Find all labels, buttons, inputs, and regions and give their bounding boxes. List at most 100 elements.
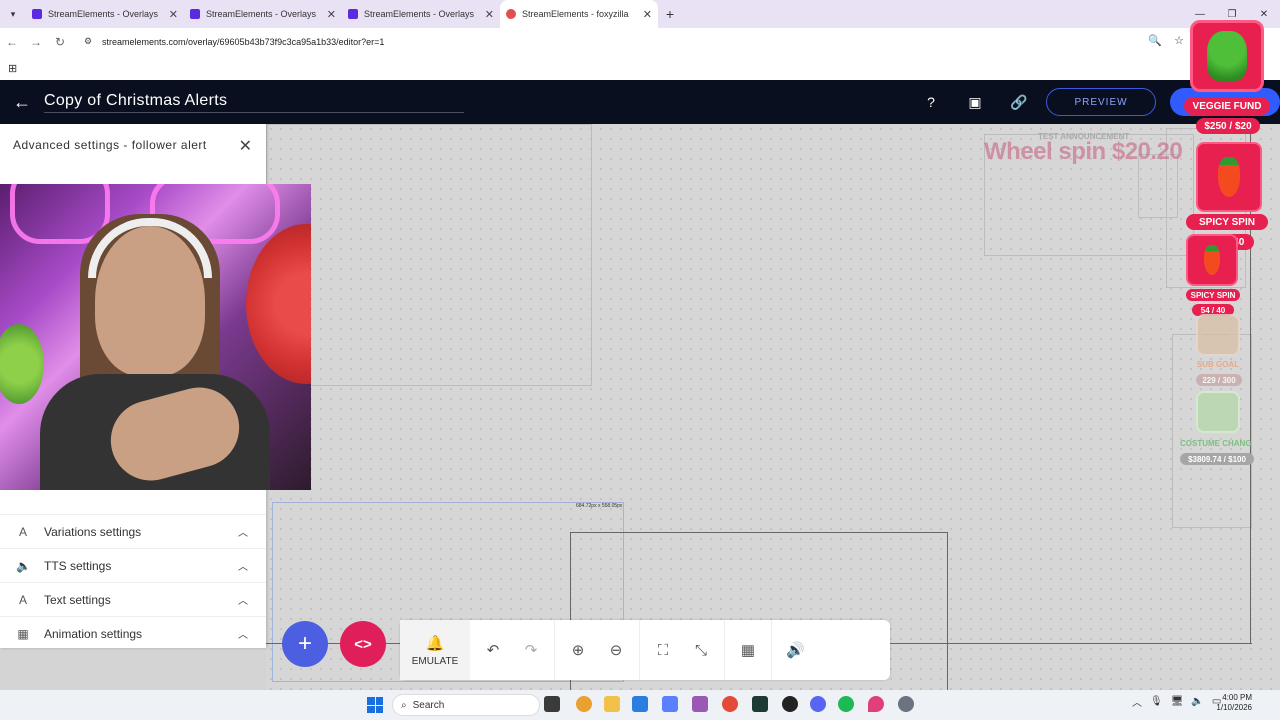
add-widget-button[interactable]: + [282,621,328,667]
obs-icon[interactable] [782,696,798,712]
spotify-icon[interactable] [838,696,854,712]
foxyzilla-favicon-icon [506,9,516,19]
bookmark-star-icon[interactable]: ☆ [1174,34,1184,47]
address-bar-row: ← → ↻ ⚙ streamelements.com/overlay/69605… [0,28,1280,56]
streamelements-favicon-icon [348,9,358,19]
browser-tab[interactable]: StreamElements - Overlays ✕ [26,0,184,28]
grid-icon[interactable]: ▦ [739,641,757,659]
spicy-spin-small-label: SPICY SPIN [1186,289,1240,301]
streamelements-favicon-icon [32,9,42,19]
code-editor-button[interactable]: <> [340,621,386,667]
back-arrow-icon[interactable]: ← [0,92,44,113]
text-icon: A [18,524,27,539]
omnibox-actions: 🔍 ☆ [1148,34,1184,47]
chevron-up-icon[interactable]: ︿ [238,592,248,607]
tab-title: StreamElements - Overlays [206,9,317,19]
spicy-spin-label: SPICY SPIN [1186,214,1268,230]
bell-icon: 🔔 [425,634,445,652]
taskbar-search[interactable]: ⌕ Search [392,694,540,716]
browser-tab-strip: ▾ StreamElements - Overlays ✕ StreamEleme… [0,0,1280,28]
veggie-fund-value: $250 / $20 [1196,118,1260,134]
widget-outline[interactable] [266,124,592,386]
veggie-fund-badge[interactable] [1190,20,1264,92]
redo-icon[interactable]: ↷ [522,641,540,659]
discord-icon[interactable] [810,696,826,712]
chevron-up-icon[interactable]: ︿ [238,626,248,641]
new-tab-icon[interactable]: + [658,6,682,22]
task-view-icon[interactable] [544,696,560,712]
sub-goal-card[interactable] [1196,314,1240,356]
copilot-icon[interactable] [576,696,592,712]
zoom-icon[interactable]: 🔍 [1148,34,1162,47]
monitor-settings-icon[interactable]: ▣ [964,92,986,112]
clock-date: 1/10/2026 [1216,703,1252,712]
text-icon: A [18,592,27,607]
costume-change-card[interactable] [1196,391,1240,433]
forward-nav-icon[interactable]: → [24,35,48,49]
apps-grid-icon[interactable]: ⊞ [8,62,17,75]
store-icon[interactable] [632,696,648,712]
preview-button[interactable]: PREVIEW [1046,88,1156,116]
browser-tab[interactable]: StreamElements - Overlays ✕ [342,0,500,28]
volume-icon[interactable]: 🔈 [1191,696,1203,707]
site-info-icon[interactable]: ⚙ [84,36,96,48]
maps-pin-icon[interactable] [868,696,884,712]
search-icon: ⌕ [401,699,407,711]
reload-icon[interactable]: ↻ [48,35,72,49]
help-icon[interactable]: ? [920,92,942,112]
microphone-icon[interactable]: 🎙 [1150,696,1163,707]
link-icon[interactable]: 🔗 [1008,92,1030,112]
taskbar-clock[interactable]: 4:00 PM 1/10/2026 [1214,693,1252,713]
browser-tab[interactable]: StreamElements - Overlays ✕ [184,0,342,28]
chevron-up-icon[interactable]: ︿ [238,524,248,539]
close-panel-icon[interactable]: ✕ [239,136,252,156]
fullscreen-icon[interactable]: ⛶ [654,642,672,659]
close-tab-icon[interactable]: ✕ [327,8,336,21]
back-nav-icon[interactable]: ← [0,35,24,49]
streamelements-favicon-icon [190,9,200,19]
close-tab-icon[interactable]: ✕ [643,8,652,21]
zoom-out-icon[interactable]: ⊖ [607,641,625,659]
emulate-button[interactable]: 🔔 EMULATE [400,620,470,680]
fit-screen-icon[interactable]: ⤡ [692,642,710,659]
url-field[interactable]: ⚙ streamelements.com/overlay/69605b43b73… [78,31,1158,53]
sub-goal-label: SUB GOAL [1196,360,1240,369]
veggie-fund-label: VEGGIE FUND [1184,97,1270,115]
sub-goal-value: 229 / 300 [1196,374,1242,386]
spicy-spin-card-small[interactable] [1186,234,1238,286]
canvas-toolbar: 🔔 EMULATE ↶ ↷ ⊕ ⊖ ⛶ ⤡ ▦ 🔊 [400,620,890,680]
undo-icon[interactable]: ↶ [484,641,502,659]
terminal-icon[interactable] [752,696,768,712]
app-icon[interactable] [692,696,708,712]
chrome-icon[interactable] [722,696,738,712]
settings-section[interactable]: 🔈 TTS settings ︿ [0,548,266,582]
settings-section[interactable]: A Text settings ︿ [0,582,266,616]
tab-search-icon[interactable]: ▾ [0,0,26,28]
header-icons: ? ▣ 🔗 [920,92,1030,112]
chevron-up-icon[interactable]: ︿ [1132,694,1142,709]
close-tab-icon[interactable]: ✕ [169,8,178,21]
chili-pepper-icon [1204,245,1220,275]
settings-gear-icon[interactable] [898,696,914,712]
speaker-icon: 🔈 [16,558,31,573]
close-tab-icon[interactable]: ✕ [485,8,494,21]
costume-change-value: $3809.74 / $100 [1180,453,1254,465]
chevron-up-icon[interactable]: ︿ [238,558,248,573]
costume-change-label: COSTUME CHANG [1180,439,1252,448]
selection-size-label: 684.72px x 558.05px [576,503,623,509]
wheel-spin-text: Wheel spin $20.20 [984,138,1183,165]
app-icon[interactable] [662,696,678,712]
history-group: ↶ ↷ [470,620,555,680]
settings-section[interactable]: ▦ Animation settings ︿ [0,616,266,650]
windows-start-icon[interactable] [367,697,383,713]
spicy-spin-card[interactable] [1196,142,1262,212]
editor-canvas[interactable]: 684.72px x 558.05px TEST ANNOUNCEMENT Wh… [266,124,1280,690]
network-icon[interactable]: 🖥 [1171,696,1184,707]
url-text: streamelements.com/overlay/69605b43b73f9… [102,37,385,47]
settings-section[interactable]: A Variations settings ︿ [0,514,266,548]
volume-icon[interactable]: 🔊 [786,641,805,659]
overlay-title[interactable]: Copy of Christmas Alerts [44,92,464,113]
browser-tab-active[interactable]: StreamElements - foxyzilla ✕ [500,0,658,28]
zoom-in-icon[interactable]: ⊕ [569,641,587,659]
file-explorer-icon[interactable] [604,696,620,712]
